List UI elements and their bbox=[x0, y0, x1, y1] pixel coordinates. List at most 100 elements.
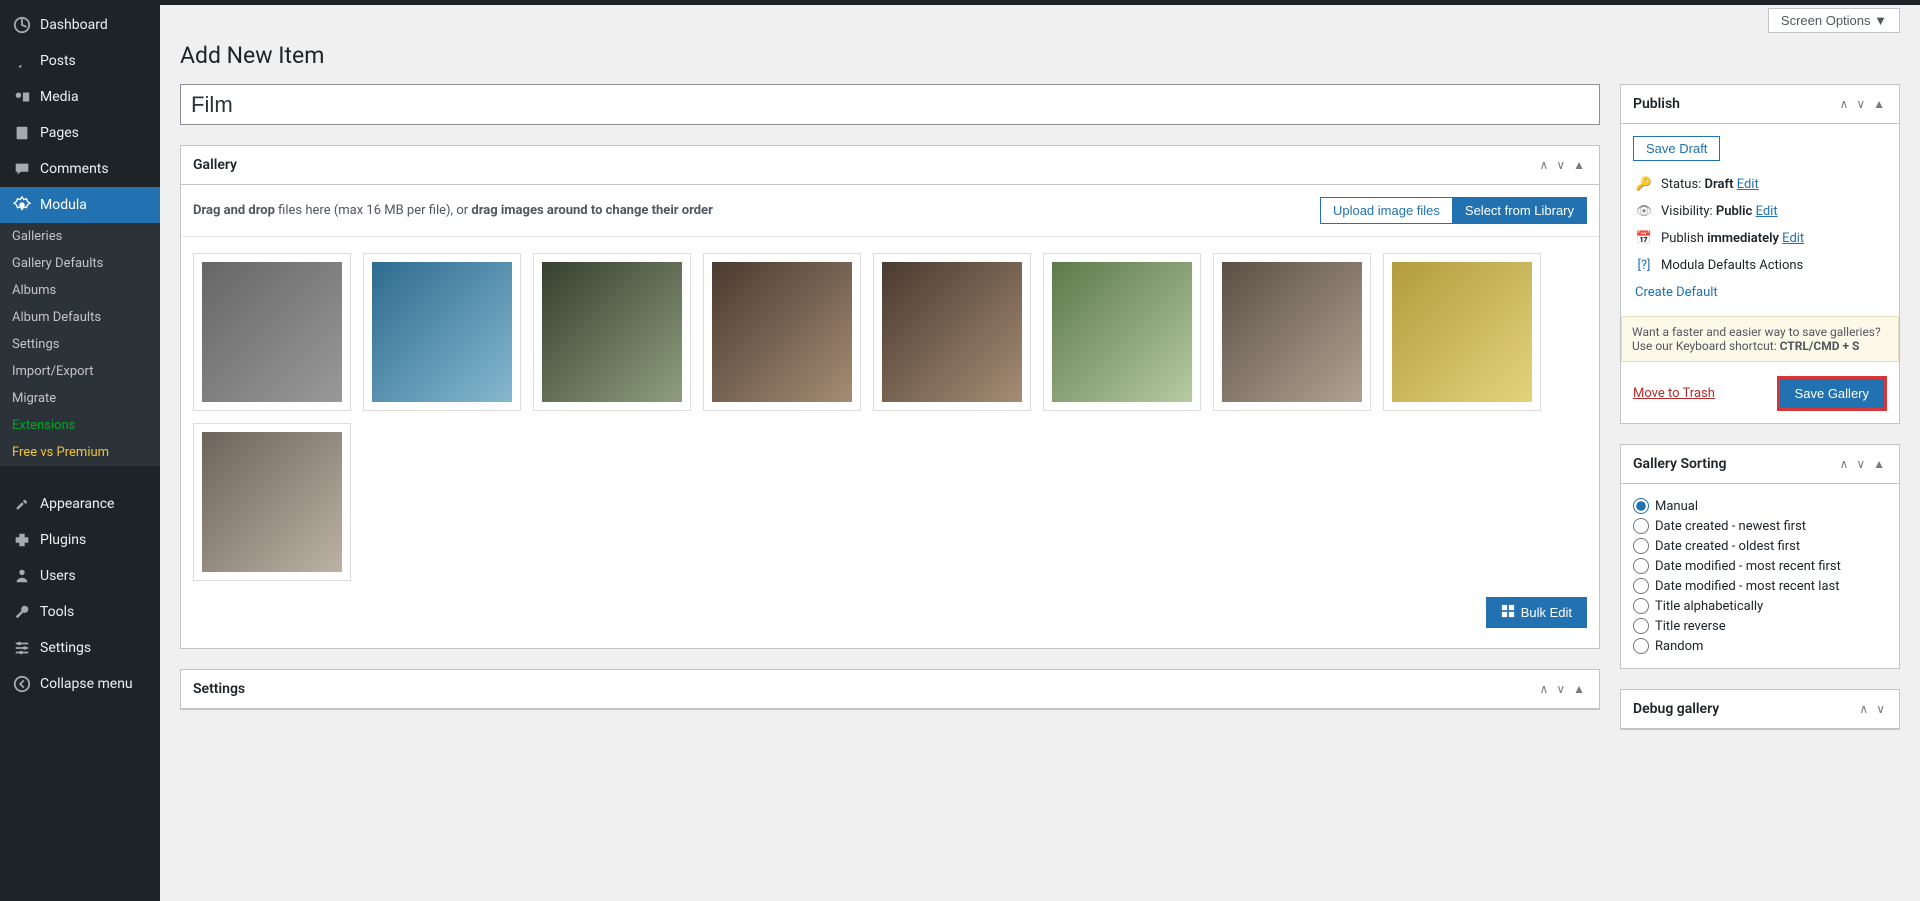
chevron-up-icon[interactable]: ∧ bbox=[1538, 680, 1551, 698]
select-from-library-button[interactable]: Select from Library bbox=[1452, 197, 1587, 224]
page-title: Add New Item bbox=[180, 33, 1900, 84]
dashboard-icon bbox=[12, 15, 32, 35]
sorting-option[interactable]: Date created - newest first bbox=[1633, 516, 1887, 536]
sorting-option[interactable]: Manual bbox=[1633, 496, 1887, 516]
debug-gallery-box: Debug gallery ∧ ∨ bbox=[1620, 689, 1900, 730]
sorting-option[interactable]: Random bbox=[1633, 636, 1887, 656]
sidebar-sub-migrate[interactable]: Migrate bbox=[0, 385, 160, 412]
sorting-radio[interactable] bbox=[1633, 498, 1649, 514]
sidebar-sub-free-vs-premium[interactable]: Free vs Premium bbox=[0, 439, 160, 466]
save-gallery-button[interactable]: Save Gallery bbox=[1780, 379, 1884, 408]
keyboard-shortcut-tip: Want a faster and easier way to save gal… bbox=[1621, 316, 1899, 362]
chevron-down-icon[interactable]: ∨ bbox=[1554, 156, 1567, 174]
admin-top-bar bbox=[0, 0, 1920, 5]
chevron-down-icon[interactable]: ∨ bbox=[1554, 680, 1567, 698]
gear-icon bbox=[12, 195, 32, 215]
help-icon: [?] bbox=[1635, 258, 1653, 273]
gallery-thumbnail[interactable] bbox=[1383, 253, 1541, 411]
sidebar-sub-gallery-defaults[interactable]: Gallery Defaults bbox=[0, 250, 160, 277]
sorting-option-label: Manual bbox=[1655, 499, 1698, 514]
sorting-box-title: Gallery Sorting bbox=[1633, 456, 1726, 472]
sidebar-sub-extensions[interactable]: Extensions bbox=[0, 412, 160, 439]
edit-status-link[interactable]: Edit bbox=[1737, 177, 1759, 192]
chevron-up-icon[interactable]: ∧ bbox=[1857, 700, 1870, 718]
chevron-up-icon[interactable]: ∧ bbox=[1838, 95, 1851, 113]
sidebar-label: Tools bbox=[40, 604, 74, 620]
sorting-radio[interactable] bbox=[1633, 578, 1649, 594]
title-input[interactable] bbox=[180, 84, 1600, 125]
caret-up-icon[interactable]: ▲ bbox=[1571, 156, 1587, 174]
sidebar-sub-album-defaults[interactable]: Album Defaults bbox=[0, 304, 160, 331]
thumbnail-image bbox=[542, 262, 682, 402]
sidebar-item-plugins[interactable]: Plugins bbox=[0, 522, 160, 558]
bulk-edit-button[interactable]: Bulk Edit bbox=[1486, 597, 1587, 628]
sorting-radio[interactable] bbox=[1633, 618, 1649, 634]
instructions-text: files here (max 16 MB per file), or bbox=[275, 203, 471, 218]
sorting-option[interactable]: Date modified - most recent last bbox=[1633, 576, 1887, 596]
visibility-value: Public bbox=[1716, 204, 1752, 219]
sorting-option-label: Date created - oldest first bbox=[1655, 539, 1800, 554]
sorting-option[interactable]: Date modified - most recent first bbox=[1633, 556, 1887, 576]
chevron-down-icon[interactable]: ∨ bbox=[1854, 95, 1867, 113]
sorting-radio[interactable] bbox=[1633, 558, 1649, 574]
edit-publish-link[interactable]: Edit bbox=[1782, 231, 1804, 246]
publish-value: immediately bbox=[1707, 231, 1779, 246]
sidebar-item-posts[interactable]: Posts bbox=[0, 43, 160, 79]
caret-up-icon[interactable]: ▲ bbox=[1871, 95, 1887, 113]
sidebar-item-tools[interactable]: Tools bbox=[0, 594, 160, 630]
sidebar-item-users[interactable]: Users bbox=[0, 558, 160, 594]
sorting-option[interactable]: Title alphabetically bbox=[1633, 596, 1887, 616]
wrench-icon bbox=[12, 602, 32, 622]
gallery-thumbnail[interactable] bbox=[533, 253, 691, 411]
sidebar-sub-settings[interactable]: Settings bbox=[0, 331, 160, 358]
sidebar-item-media[interactable]: Media bbox=[0, 79, 160, 115]
sorting-option-label: Random bbox=[1655, 639, 1703, 654]
sidebar-item-pages[interactable]: Pages bbox=[0, 115, 160, 151]
brush-icon bbox=[12, 494, 32, 514]
gallery-thumbnail[interactable] bbox=[193, 253, 351, 411]
gallery-thumbnail[interactable] bbox=[1043, 253, 1201, 411]
sidebar-sub-import-export[interactable]: Import/Export bbox=[0, 358, 160, 385]
sidebar-label: Comments bbox=[40, 161, 109, 177]
gallery-thumbnail[interactable] bbox=[193, 423, 351, 581]
gallery-thumbnail[interactable] bbox=[703, 253, 861, 411]
sorting-radio[interactable] bbox=[1633, 538, 1649, 554]
sorting-radio[interactable] bbox=[1633, 598, 1649, 614]
edit-visibility-link[interactable]: Edit bbox=[1756, 204, 1778, 219]
chevron-up-icon[interactable]: ∧ bbox=[1538, 156, 1551, 174]
sidebar-sub-albums[interactable]: Albums bbox=[0, 277, 160, 304]
screen-options-toggle[interactable]: Screen Options ▼ bbox=[1768, 8, 1900, 33]
save-draft-button[interactable]: Save Draft bbox=[1633, 136, 1720, 161]
gallery-thumbnail[interactable] bbox=[873, 253, 1031, 411]
sorting-radio[interactable] bbox=[1633, 638, 1649, 654]
upload-image-files-button[interactable]: Upload image files bbox=[1320, 197, 1453, 224]
sidebar-item-collapse[interactable]: Collapse menu bbox=[0, 666, 160, 702]
move-to-trash-link[interactable]: Move to Trash bbox=[1633, 386, 1715, 401]
chevron-up-icon[interactable]: ∧ bbox=[1838, 455, 1851, 473]
caret-up-icon[interactable]: ▲ bbox=[1571, 680, 1587, 698]
instructions-bold: Drag and drop bbox=[193, 203, 275, 218]
comment-icon bbox=[12, 159, 32, 179]
sorting-option[interactable]: Date created - oldest first bbox=[1633, 536, 1887, 556]
sidebar-item-comments[interactable]: Comments bbox=[0, 151, 160, 187]
sidebar-item-settings[interactable]: Settings bbox=[0, 630, 160, 666]
sidebar-item-appearance[interactable]: Appearance bbox=[0, 486, 160, 522]
chevron-down-icon[interactable]: ∨ bbox=[1854, 455, 1867, 473]
thumbnail-image bbox=[202, 432, 342, 572]
chevron-down-icon[interactable]: ∨ bbox=[1874, 700, 1887, 718]
sorting-radio[interactable] bbox=[1633, 518, 1649, 534]
create-default-link[interactable]: Create Default bbox=[1633, 279, 1720, 308]
visibility-label: Visibility: bbox=[1661, 204, 1716, 219]
gallery-thumbnail[interactable] bbox=[1213, 253, 1371, 411]
eye-icon: 👁 bbox=[1635, 204, 1653, 219]
sidebar-item-dashboard[interactable]: Dashboard bbox=[0, 7, 160, 43]
thumbnail-image bbox=[202, 262, 342, 402]
sidebar-sub-galleries[interactable]: Galleries bbox=[0, 223, 160, 250]
gallery-thumbnail[interactable] bbox=[363, 253, 521, 411]
settings-box-title: Settings bbox=[193, 681, 245, 697]
caret-up-icon[interactable]: ▲ bbox=[1871, 455, 1887, 473]
sidebar-label: Modula bbox=[40, 197, 87, 213]
thumbnail-image bbox=[372, 262, 512, 402]
sidebar-item-modula[interactable]: Modula bbox=[0, 187, 160, 223]
sorting-option[interactable]: Title reverse bbox=[1633, 616, 1887, 636]
